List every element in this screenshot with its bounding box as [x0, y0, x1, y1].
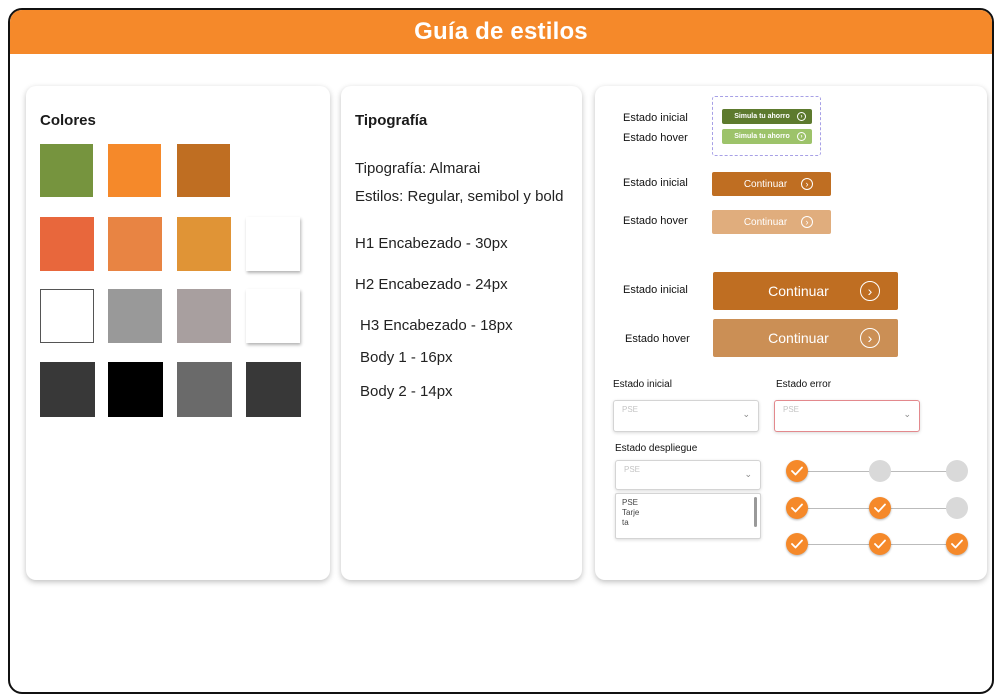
color-swatch	[40, 289, 94, 343]
label-select-initial: Estado inicial	[613, 379, 672, 390]
check-icon	[791, 539, 803, 549]
typography-h1: H1 Encabezado - 30px	[355, 235, 508, 252]
chevron-right-icon: ›	[860, 281, 880, 301]
continue-button-medium[interactable]: Continuar ›	[712, 172, 831, 196]
simulate-button-hover[interactable]: Simula tu ahorro ›	[722, 129, 812, 144]
color-swatch	[40, 362, 95, 417]
stepper-step-complete	[786, 460, 808, 482]
chevron-right-icon: ›	[801, 178, 813, 190]
typography-title: Tipografía	[355, 112, 428, 129]
chevron-down-icon: ⌄	[903, 409, 911, 419]
typography-card: Tipografía Tipografía: Almarai Estilos: …	[341, 86, 582, 580]
continue-button-medium-label: Continuar	[743, 178, 788, 190]
continue-button-large-hover-label: Continuar	[768, 330, 829, 346]
style-guide-frame: Guía de estilos Colores Tipografía Tipog…	[8, 8, 994, 694]
stepper-step-pending	[946, 460, 968, 482]
stepper-step-complete	[786, 533, 808, 555]
label-initial-medium: Estado inicial	[623, 177, 688, 189]
typography-body2: Body 2 - 14px	[360, 383, 453, 400]
chevron-right-icon: ›	[797, 112, 806, 121]
check-icon	[874, 503, 886, 513]
components-card: Estado inicial Estado hover Simula tu ah…	[595, 86, 987, 580]
color-swatch	[246, 289, 300, 343]
select-initial-placeholder: PSE	[622, 405, 639, 414]
dropdown-options: PSE Tarje ta	[615, 493, 761, 539]
stepper-step-pending	[869, 460, 891, 482]
dropdown-scrollbar[interactable]	[754, 497, 757, 527]
label-initial-large: Estado inicial	[623, 284, 688, 296]
simulate-button-group	[712, 96, 821, 156]
page-title: Guía de estilos	[414, 18, 588, 45]
typography-body1: Body 1 - 16px	[360, 349, 453, 366]
select-initial[interactable]: PSE ⌄	[613, 400, 759, 432]
continue-button-medium-hover[interactable]: Continuar ›	[712, 210, 831, 234]
typography-styles: Estilos: Regular, semibol y bold	[355, 188, 564, 205]
check-icon	[791, 503, 803, 513]
color-swatch	[246, 362, 301, 417]
color-swatch	[108, 289, 162, 343]
chevron-right-icon: ›	[860, 328, 880, 348]
typography-h3: H3 Encabezado - 18px	[360, 317, 513, 334]
color-swatch	[177, 362, 232, 417]
color-swatch	[177, 289, 231, 343]
dropdown-option[interactable]: ta	[622, 518, 629, 528]
simulate-button-hover-label: Simula tu ahorro	[734, 133, 790, 140]
typography-font: Tipografía: Almarai	[355, 160, 481, 177]
label-initial-small: Estado inicial	[623, 112, 688, 124]
chevron-down-icon: ⌄	[742, 409, 750, 419]
select-error[interactable]: PSE ⌄	[774, 400, 920, 432]
typography-h2: H2 Encabezado - 24px	[355, 276, 508, 293]
color-swatch	[108, 217, 162, 271]
color-swatch	[40, 144, 93, 197]
dropdown-option[interactable]: PSE	[622, 498, 638, 508]
check-icon	[951, 539, 963, 549]
continue-button-large-hover[interactable]: Continuar ›	[713, 319, 898, 357]
stepper-step-complete	[946, 533, 968, 555]
select-dropdown-placeholder: PSE	[624, 465, 641, 474]
color-swatch	[177, 217, 231, 271]
simulate-button[interactable]: Simula tu ahorro ›	[722, 109, 812, 124]
label-dropdown: Estado despliegue	[615, 443, 698, 454]
check-icon	[791, 466, 803, 476]
color-swatch	[108, 144, 161, 197]
continue-button-medium-hover-label: Continuar	[743, 216, 788, 228]
label-hover-medium: Estado hover	[623, 215, 688, 227]
label-hover-large: Estado hover	[625, 333, 690, 345]
chevron-down-icon: ⌄	[744, 469, 752, 479]
select-dropdown[interactable]: PSE ⌄	[615, 460, 761, 490]
stepper-step-complete	[869, 533, 891, 555]
color-swatch	[246, 217, 300, 271]
color-swatch	[177, 144, 230, 197]
color-swatch	[40, 217, 94, 271]
stepper-step-complete	[786, 497, 808, 519]
continue-button-large-label: Continuar	[768, 283, 829, 299]
continue-button-large[interactable]: Continuar ›	[713, 272, 898, 310]
stepper-step-pending	[946, 497, 968, 519]
simulate-button-label: Simula tu ahorro	[734, 113, 790, 120]
check-icon	[874, 539, 886, 549]
chevron-right-icon: ›	[797, 132, 806, 141]
dropdown-option[interactable]: Tarje	[622, 508, 639, 518]
label-hover-small: Estado hover	[623, 132, 688, 144]
select-error-placeholder: PSE	[783, 405, 800, 414]
chevron-right-icon: ›	[801, 216, 813, 228]
colors-card: Colores	[26, 86, 330, 580]
colors-title: Colores	[40, 112, 96, 129]
color-swatch	[108, 362, 163, 417]
label-select-error: Estado error	[776, 379, 832, 390]
stepper-step-complete	[869, 497, 891, 519]
page-header: Guía de estilos	[10, 10, 992, 54]
